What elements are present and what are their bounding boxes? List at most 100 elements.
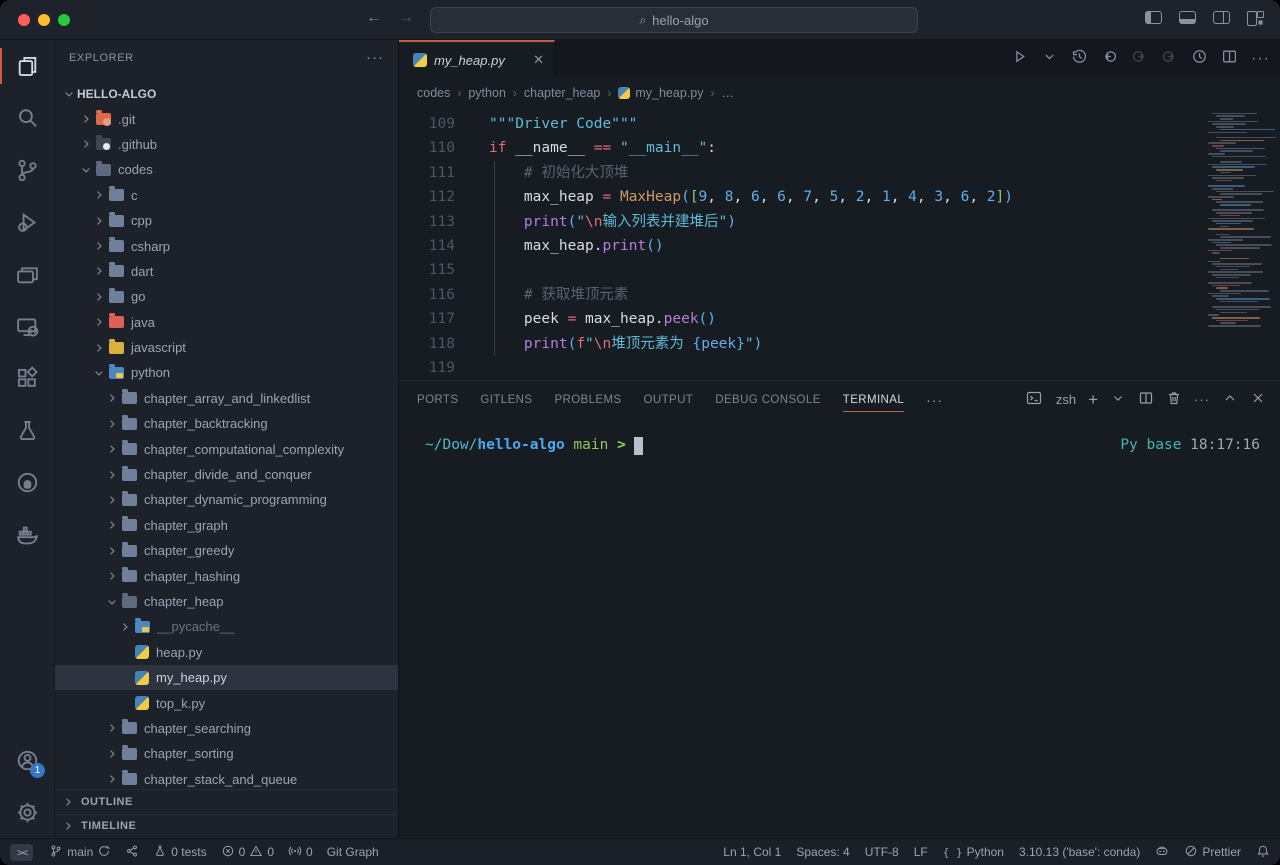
status-remote-indicator[interactable]: >< — [10, 844, 33, 861]
status-git-branch[interactable]: main — [49, 844, 111, 861]
explorer-more-actions-icon[interactable]: ··· — [366, 49, 384, 66]
gitlens-graph-icon[interactable] — [1191, 48, 1208, 70]
tree-item-chapter-dynamic-programming[interactable]: chapter_dynamic_programming — [55, 487, 398, 512]
activity-project-folders[interactable] — [0, 248, 54, 300]
toggle-secondary-sidebar-icon[interactable] — [1213, 11, 1230, 24]
new-terminal-button[interactable]: + — [1088, 390, 1098, 410]
close-panel-icon[interactable] — [1250, 390, 1266, 409]
activity-run-debug[interactable] — [0, 196, 54, 248]
tree-item-python[interactable]: python — [55, 360, 398, 385]
terminal-dropdown-icon[interactable] — [1110, 390, 1126, 409]
status-copilot[interactable] — [1155, 844, 1169, 861]
activity-search[interactable] — [0, 92, 54, 144]
tree-item-codes[interactable]: codes — [55, 157, 398, 182]
code-editor[interactable]: 109"""Driver Code"""110if __name__ == "_… — [399, 108, 1280, 380]
tree-item-chapter-computational-complexity[interactable]: chapter_computational_complexity — [55, 436, 398, 461]
outline-section[interactable]: OUTLINE — [55, 789, 398, 814]
history-back-icon[interactable]: ← — [366, 9, 382, 27]
tree-item--git[interactable]: .git — [55, 106, 398, 131]
status-encoding[interactable]: UTF-8 — [865, 845, 899, 859]
tree-item-chapter-heap[interactable]: chapter_heap — [55, 589, 398, 614]
more-actions-icon[interactable]: ··· — [1251, 50, 1270, 68]
activity-settings[interactable] — [0, 786, 54, 838]
terminal[interactable]: ~/Dow/hello-algo main > Py base 18:17:16 — [425, 437, 1260, 455]
gitlens-back-icon[interactable] — [1101, 48, 1118, 70]
minimize-window-button[interactable] — [38, 14, 50, 26]
customize-layout-icon[interactable] — [1247, 11, 1264, 24]
activity-extensions[interactable] — [0, 352, 54, 404]
activity-explorer[interactable] — [0, 40, 54, 92]
status-problems[interactable]: 00 — [221, 844, 274, 861]
status-eol[interactable]: LF — [914, 845, 928, 859]
breadcrumb-item--[interactable]: … — [721, 86, 734, 100]
status-language-mode[interactable]: { }Python — [943, 845, 1004, 859]
panel-tab-gitlens[interactable]: GITLENS — [480, 381, 532, 418]
toggle-sidebar-icon[interactable] — [1145, 11, 1162, 24]
tree-item-chapter-backtracking[interactable]: chapter_backtracking — [55, 411, 398, 436]
tree-item-chapter-hashing[interactable]: chapter_hashing — [55, 563, 398, 588]
status-notifications[interactable] — [1256, 844, 1270, 861]
breadcrumb-item-chapter-heap[interactable]: chapter_heap — [524, 86, 600, 100]
tree-item-my-heap-py[interactable]: my_heap.py — [55, 665, 398, 690]
panel-tab-output[interactable]: OUTPUT — [644, 381, 694, 418]
maximize-panel-icon[interactable] — [1222, 390, 1238, 409]
run-icon[interactable] — [1011, 48, 1028, 70]
nav-forward-disabled-icon[interactable] — [1161, 48, 1178, 70]
tree-item-chapter-array-and-linkedlist[interactable]: chapter_array_and_linkedlist — [55, 386, 398, 411]
tree-item--pycache-[interactable]: __pycache__ — [55, 614, 398, 639]
activity-github[interactable] — [0, 456, 54, 508]
status-git-graph[interactable]: Git Graph — [327, 845, 379, 859]
tree-item-c[interactable]: c — [55, 183, 398, 208]
maximize-window-button[interactable] — [58, 14, 70, 26]
status-indentation[interactable]: Spaces: 4 — [796, 845, 849, 859]
split-terminal-icon[interactable] — [1138, 390, 1154, 409]
tree-item-javascript[interactable]: javascript — [55, 335, 398, 360]
activity-testing[interactable] — [0, 404, 54, 456]
panel-tab-debug-console[interactable]: DEBUG CONSOLE — [715, 381, 821, 418]
breadcrumb-item-python[interactable]: python — [468, 86, 506, 100]
command-center-search[interactable]: ⌕ hello-algo — [430, 7, 918, 33]
nav-back-disabled-icon[interactable] — [1131, 48, 1148, 70]
breadcrumb-item-codes[interactable]: codes — [417, 86, 450, 100]
history-forward-icon[interactable]: → — [398, 9, 414, 27]
status-python-interpreter[interactable]: 3.10.13 ('base': conda) — [1019, 845, 1140, 859]
tree-item-csharp[interactable]: csharp — [55, 233, 398, 258]
toggle-panel-icon[interactable] — [1179, 11, 1196, 24]
tree-item--github[interactable]: .github — [55, 132, 398, 157]
kill-terminal-icon[interactable] — [1166, 390, 1182, 409]
activity-accounts[interactable]: 1 — [0, 734, 54, 786]
status-cursor-position[interactable]: Ln 1, Col 1 — [723, 845, 781, 859]
breadcrumb-item-my-heap-py[interactable]: my_heap.py — [618, 86, 703, 100]
tree-item-chapter-searching[interactable]: chapter_searching — [55, 716, 398, 741]
panel-more-actions-icon[interactable]: ··· — [1194, 392, 1210, 407]
timeline-section[interactable]: TIMELINE — [55, 814, 398, 839]
status-feedback[interactable]: 0 — [288, 844, 313, 861]
tab-my-heap-py[interactable]: my_heap.py ✕ — [399, 40, 555, 78]
split-editor-icon[interactable] — [1221, 48, 1238, 70]
tree-item-top-k-py[interactable]: top_k.py — [55, 690, 398, 715]
panel-tab-problems[interactable]: PROBLEMS — [554, 381, 621, 418]
tree-item-go[interactable]: go — [55, 284, 398, 309]
tree-item-cpp[interactable]: cpp — [55, 208, 398, 233]
activity-source-control[interactable] — [0, 144, 54, 196]
close-window-button[interactable] — [18, 14, 30, 26]
tree-item-heap-py[interactable]: heap.py — [55, 640, 398, 665]
activity-remote-explorer[interactable] — [0, 300, 54, 352]
tree-item-chapter-greedy[interactable]: chapter_greedy — [55, 538, 398, 563]
tree-item-java[interactable]: java — [55, 310, 398, 335]
tree-item-dart[interactable]: dart — [55, 259, 398, 284]
status-prettier[interactable]: Prettier — [1184, 844, 1241, 861]
tree-item-chapter-divide-and-conquer[interactable]: chapter_divide_and_conquer — [55, 462, 398, 487]
panel-tab-terminal[interactable]: TERMINAL — [843, 381, 904, 418]
panel-tab-ports[interactable]: PORTS — [417, 381, 458, 418]
minimap[interactable] — [1208, 110, 1272, 348]
status-tests[interactable]: 0 tests — [153, 844, 206, 861]
timeline-history-icon[interactable] — [1071, 48, 1088, 70]
run-dropdown-icon[interactable] — [1041, 48, 1058, 70]
tree-root[interactable]: HELLO-ALGO — [55, 81, 398, 106]
activity-docker[interactable] — [0, 508, 54, 560]
tree-item-chapter-graph[interactable]: chapter_graph — [55, 513, 398, 538]
panel-tabs-more-icon[interactable]: ··· — [926, 392, 943, 408]
close-tab-icon[interactable]: ✕ — [533, 52, 544, 68]
tree-item-chapter-sorting[interactable]: chapter_sorting — [55, 741, 398, 766]
